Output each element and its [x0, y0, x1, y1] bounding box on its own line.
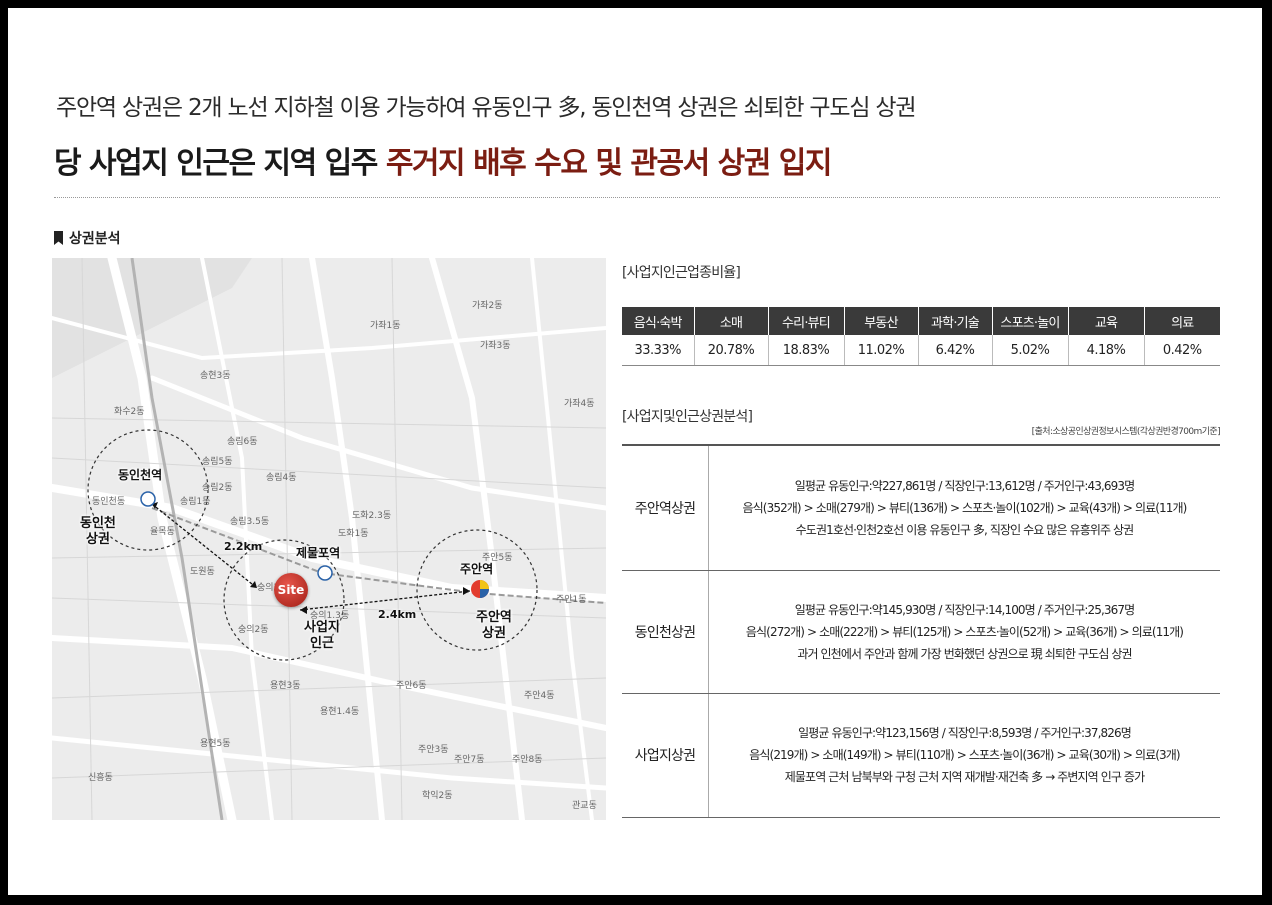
map-district-label: 가좌3동	[480, 341, 511, 351]
analysis-row-name: 주안역상권	[622, 445, 709, 571]
map-district-label: 도화2.3동	[352, 511, 392, 521]
map-district-label: 주안7동	[454, 755, 485, 765]
analysis-line: 일평균 유동인구:약145,930명 / 직장인구:14,100명 / 주거인구…	[794, 602, 1135, 617]
map-district-label: 주안3동	[418, 745, 449, 755]
map-district-label: 주안1동	[556, 595, 587, 605]
analysis-line: 제물포역 근처 남북부와 구청 근처 지역 재개발·재건축 多 → 주변지역 인…	[784, 770, 1145, 784]
analysis-line: 음식(219개) > 소매(149개) > 뷰티(110개) > 스포츠·놀이(…	[749, 748, 1180, 762]
ratio-value-row: 33.33% 20.78% 18.83% 11.02% 6.42% 5.02% …	[622, 335, 1220, 366]
map-district-label: 송림4동	[266, 473, 297, 483]
ratio-header-cell: 교육	[1068, 307, 1145, 335]
map-district-label: 도화1동	[338, 529, 369, 539]
map-district-label: 관교동	[572, 801, 597, 811]
ratio-value-cell: 18.83%	[768, 335, 845, 366]
ratio-value-cell: 6.42%	[918, 335, 993, 366]
section-label-text: 상권분석	[69, 231, 121, 247]
analysis-line: 음식(352개) > 소매(279개) > 뷰티(136개) > 스포츠·놀이(…	[742, 500, 1188, 515]
map-district-label: 송림2동	[202, 483, 233, 493]
map-district-label: 송림5동	[202, 457, 233, 467]
bookmark-icon	[54, 231, 63, 245]
map-district-label: 율목동	[150, 527, 175, 537]
industry-ratio-table: 음식·숙박 소매 수리·뷰티 부동산 과학·기술 스포츠·놀이 교육 의료 33…	[622, 307, 1220, 366]
ratio-header-cell: 음식·숙박	[622, 307, 695, 335]
table-row: 사업지상권 일평균 유동인구:약123,156명 / 직장인구:8,593명 /…	[622, 693, 1220, 818]
map-district-label: 용현3동	[270, 681, 301, 691]
ratio-value-cell: 5.02%	[992, 335, 1069, 366]
analysis-title: [사업지및인근상권분석]	[622, 409, 753, 425]
analysis-row-body: 일평균 유동인구:약145,930명 / 직장인구:14,100명 / 주거인구…	[708, 570, 1220, 694]
map-district-label: 용현1.4동	[320, 707, 360, 717]
map-district-label: 주안8동	[512, 755, 543, 765]
headline-2: 당 사업지 인근은 지역 입주 주거지 배후 수요 및 관공서 상권 입지	[54, 138, 833, 182]
analysis-line: 일평균 유동인구:약123,156명 / 직장인구:8,593명 / 주거인구:…	[798, 726, 1132, 740]
table-row: 동인천상권 일평균 유동인구:약145,930명 / 직장인구:14,100명 …	[622, 570, 1220, 694]
map-district-label: 송현3동	[200, 371, 231, 381]
ratio-value-cell: 20.78%	[694, 335, 769, 366]
station-label-jemulpo: 제물포역	[296, 546, 341, 560]
area-label-dongincheon: 동인천 상권	[80, 516, 116, 547]
analysis-row-body: 일평균 유동인구:약227,861명 / 직장인구:13,612명 / 주거인구…	[708, 445, 1220, 571]
map-district-label: 가좌4동	[564, 399, 595, 409]
distance-label-left: 2.2km	[224, 540, 263, 553]
site-marker: Site	[274, 573, 308, 607]
analysis-row-name: 동인천상권	[622, 570, 709, 694]
ratio-header-cell: 수리·뷰티	[768, 307, 845, 335]
map-district-label: 학익2동	[422, 791, 453, 801]
ratio-header-row: 음식·숙박 소매 수리·뷰티 부동산 과학·기술 스포츠·놀이 교육 의료	[622, 307, 1220, 335]
area-label-site: 사업지 인근	[304, 620, 340, 651]
dotted-divider	[54, 197, 1220, 198]
station-label-dongincheon: 동인천역	[118, 468, 163, 482]
headline-2-accent: 주거지 배후 수요 및 관공서 상권 입지	[385, 146, 833, 181]
ratio-value-cell: 33.33%	[622, 335, 695, 366]
ratio-value-cell: 0.42%	[1144, 335, 1220, 366]
headline-1: 주안역 상권은 2개 노선 지하철 이용 가능하여 유동인구 多, 동인천역 상…	[56, 95, 917, 121]
map-district-label: 용현5동	[200, 739, 231, 749]
ratio-header-cell: 소매	[694, 307, 769, 335]
ratio-title: [사업지인근업종비율]	[622, 265, 741, 281]
ratio-header-cell: 과학·기술	[918, 307, 993, 335]
headline-2-plain: 당 사업지 인근은 지역 입주	[54, 146, 386, 181]
ratio-header-cell: 스포츠·놀이	[992, 307, 1069, 335]
map-district-label: 송림3.5동	[230, 517, 270, 527]
ratio-header-cell: 부동산	[844, 307, 919, 335]
station-label-juan: 주안역	[460, 562, 494, 576]
analysis-row-name: 사업지상권	[622, 693, 709, 818]
map-district-label: 송림1동	[180, 497, 211, 507]
area-map: 송현3동 화수2동 송림6동 송림5동 송림1동 송림2동 송림4동 송림3.5…	[52, 258, 606, 820]
table-row: 주안역상권 일평균 유동인구:약227,861명 / 직장인구:13,612명 …	[622, 445, 1220, 571]
ratio-header-cell: 의료	[1144, 307, 1220, 335]
analysis-line: 과거 인천에서 주안과 함께 가장 번화했던 상권으로 現 쇠퇴한 구도심 상권	[797, 646, 1132, 661]
distance-label-right: 2.4km	[378, 608, 417, 621]
map-district-label: 도원동	[190, 567, 215, 577]
analysis-line: 수도권1호선·인천2호선 이용 유동인구 多, 직장인 수요 많은 유흥위주 상…	[795, 522, 1135, 537]
analysis-table: 주안역상권 일평균 유동인구:약227,861명 / 직장인구:13,612명 …	[622, 444, 1220, 818]
ratio-value-cell: 4.18%	[1068, 335, 1145, 366]
page: 주안역 상권은 2개 노선 지하철 이용 가능하여 유동인구 多, 동인천역 상…	[8, 8, 1262, 895]
map-district-label: 신흥동	[88, 773, 113, 783]
map-district-label: 동인천동	[92, 497, 126, 507]
analysis-source: [출처:소상공인상권정보시스템(각상권반경700m기준]	[1031, 427, 1221, 437]
area-label-juan: 주안역 상권	[476, 610, 512, 641]
analysis-line: 일평균 유동인구:약227,861명 / 직장인구:13,612명 / 주거인구…	[794, 478, 1135, 493]
map-district-label: 주안6동	[396, 681, 427, 691]
map-roads	[52, 258, 606, 820]
map-district-label: 화수2동	[114, 407, 145, 417]
map-district-label: 가좌1동	[370, 321, 401, 331]
section-label: 상권분석	[54, 228, 121, 248]
ratio-value-cell: 11.02%	[844, 335, 919, 366]
map-district-label: 숭의2동	[238, 625, 269, 635]
map-district-label: 송림6동	[227, 437, 258, 447]
map-district-label: 가좌2동	[472, 301, 503, 311]
analysis-line: 음식(272개) > 소매(222개) > 뷰티(125개) > 스포츠·놀이(…	[745, 624, 1184, 639]
analysis-row-body: 일평균 유동인구:약123,156명 / 직장인구:8,593명 / 주거인구:…	[708, 693, 1220, 818]
map-district-label: 주안4동	[524, 691, 555, 701]
